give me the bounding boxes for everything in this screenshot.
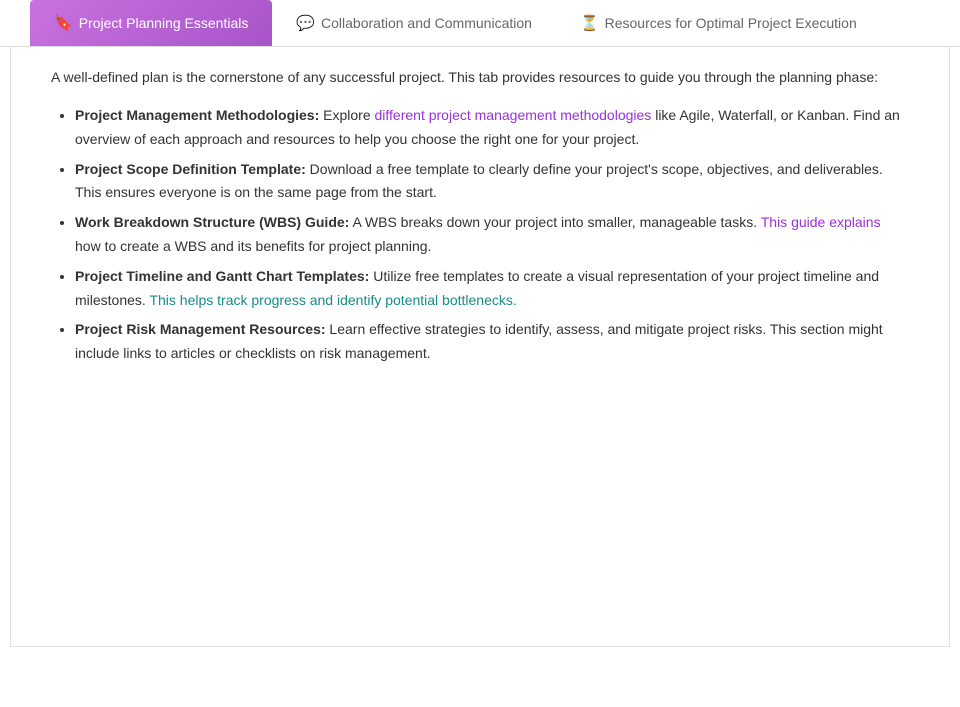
tab-planning[interactable]: 🔖 Project Planning Essentials (30, 0, 272, 46)
list-item: Project Management Methodologies: Explor… (75, 104, 909, 152)
gantt-link[interactable]: This helps track progress and identify p… (149, 292, 516, 308)
resources-list: Project Management Methodologies: Explor… (51, 104, 909, 366)
bookmark-icon: 🔖 (54, 14, 73, 32)
intro-paragraph: A well-defined plan is the cornerstone o… (51, 67, 909, 88)
item-wbs-after: how to create a WBS and its benefits for… (75, 238, 431, 254)
tab-resources-label: Resources for Optimal Project Execution (605, 15, 857, 31)
item-wbs-bold: Work Breakdown Structure (WBS) Guide: (75, 214, 349, 230)
item-methodologies-bold: Project Management Methodologies: (75, 107, 319, 123)
content-area: A well-defined plan is the cornerstone o… (10, 47, 950, 647)
hourglass-icon: ⏳ (580, 14, 599, 32)
item-wbs-before: A WBS breaks down your project into smal… (349, 214, 760, 230)
list-item: Project Timeline and Gantt Chart Templat… (75, 265, 909, 313)
tab-collaboration-label: Collaboration and Communication (321, 15, 532, 31)
tab-resources[interactable]: ⏳ Resources for Optimal Project Executio… (556, 0, 881, 46)
tab-collaboration[interactable]: 💬 Collaboration and Communication (272, 0, 556, 46)
item-gantt-bold: Project Timeline and Gantt Chart Templat… (75, 268, 369, 284)
list-item: Project Risk Management Resources: Learn… (75, 318, 909, 366)
item-methodologies-before: Explore (323, 107, 374, 123)
tab-bar: 🔖 Project Planning Essentials 💬 Collabor… (0, 0, 960, 47)
item-risk-bold: Project Risk Management Resources: (75, 321, 326, 337)
methodologies-link[interactable]: different project management methodologi… (375, 107, 652, 123)
list-item: Work Breakdown Structure (WBS) Guide: A … (75, 211, 909, 259)
tab-planning-label: Project Planning Essentials (79, 15, 249, 31)
wbs-link[interactable]: This guide explains (761, 214, 881, 230)
item-scope-bold: Project Scope Definition Template: (75, 161, 306, 177)
chat-icon: 💬 (296, 14, 315, 32)
list-item: Project Scope Definition Template: Downl… (75, 158, 909, 206)
